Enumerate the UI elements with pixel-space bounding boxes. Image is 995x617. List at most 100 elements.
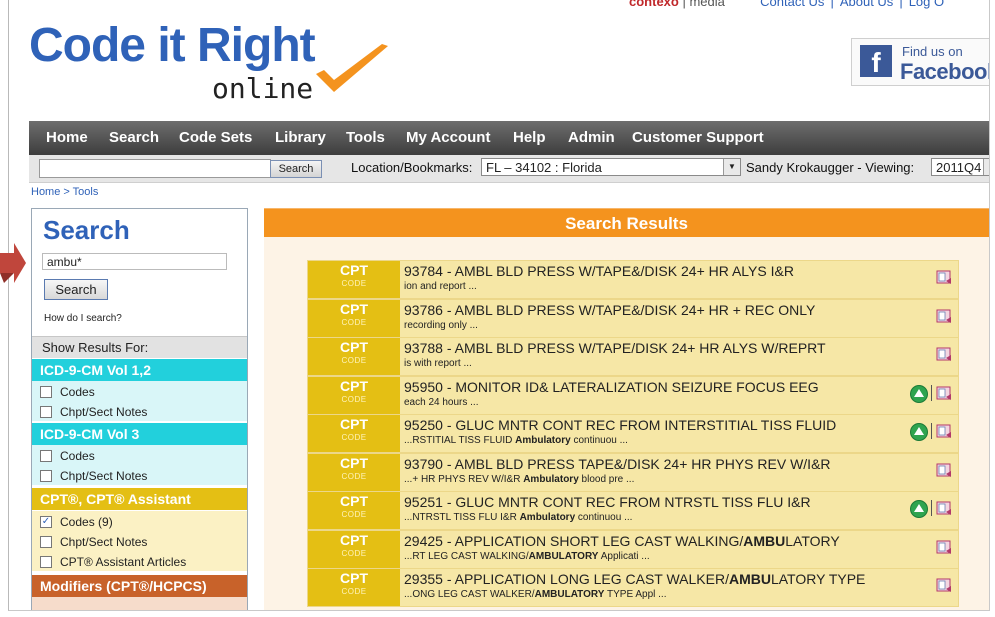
result-row[interactable]: CPT CODE 93786 - AMBL BLD PRESS W/TAPE&/DI…	[307, 298, 959, 338]
result-row[interactable]: CPT CODE 95950 - MONITOR ID& LATERALIZATIO…	[307, 375, 959, 415]
result-title[interactable]: 29355 - APPLICATION LONG LEG CAST WALKER…	[404, 571, 865, 587]
checkbox[interactable]	[40, 405, 52, 418]
result-row[interactable]: CPT CODE 93788 - AMBL BLD PRESS W/TAPE/DIS…	[307, 337, 959, 376]
result-row[interactable]: CPT CODE 93790 - AMBL BLD PRESS TAPE&/DISK…	[307, 452, 959, 492]
logo-main-text: Code it Right	[29, 19, 316, 72]
option-icd12-codes[interactable]: Codes	[32, 381, 247, 401]
up-arrow-icon[interactable]	[910, 500, 928, 518]
code-type: CPT	[340, 454, 368, 471]
book-icon[interactable]	[936, 308, 952, 324]
code-type: CPT	[340, 262, 368, 278]
about-us-link[interactable]: About Us	[840, 0, 893, 9]
code-type-badge: CPT CODE	[308, 415, 400, 452]
result-snippet: is with report ...	[404, 358, 472, 369]
up-arrow-icon[interactable]	[910, 423, 928, 441]
result-snippet: ion and report ...	[404, 281, 477, 292]
checkmark-icon	[316, 44, 388, 92]
nav-tools[interactable]: Tools	[346, 121, 385, 155]
section-modifiers[interactable]: Modifiers (CPT®/HCPCS)	[32, 575, 247, 597]
result-title[interactable]: 29425 - APPLICATION SHORT LEG CAST WALKI…	[404, 533, 840, 549]
toolbar: Search Location/Bookmarks: FL – 34102 : …	[29, 155, 989, 183]
book-icon[interactable]	[936, 269, 952, 285]
facebook-badge[interactable]: f Find us on Facebook	[851, 38, 989, 86]
nav-customer-support[interactable]: Customer Support	[632, 121, 764, 155]
search-input[interactable]: ambu*	[42, 253, 227, 270]
result-title[interactable]: 95950 - MONITOR ID& LATERALIZATION SEIZU…	[404, 379, 819, 395]
checkbox-checked[interactable]: ✓	[40, 515, 52, 528]
result-snippet: ...RSTITIAL TISS FLUID Ambulatory contin…	[404, 435, 628, 446]
option-icd12-notes[interactable]: Chpt/Sect Notes	[32, 401, 247, 421]
divider	[931, 423, 932, 439]
viewing-select[interactable]: 2011Q4 ▼	[931, 158, 989, 176]
code-type-badge: CPT CODE	[308, 299, 400, 337]
book-icon[interactable]	[936, 577, 952, 593]
book-icon[interactable]	[936, 346, 952, 362]
nav-help[interactable]: Help	[513, 121, 546, 155]
log-out-link[interactable]: Log O	[909, 0, 944, 9]
code-type-sub: CODE	[341, 548, 367, 558]
code-type-badge: CPT CODE	[308, 338, 400, 375]
checkbox[interactable]	[40, 385, 52, 398]
nav-library[interactable]: Library	[275, 121, 326, 155]
code-type-sub: CODE	[341, 587, 367, 596]
quick-search-button[interactable]: Search	[270, 160, 322, 178]
book-icon[interactable]	[936, 462, 952, 478]
nav-code-sets[interactable]: Code Sets	[179, 121, 252, 155]
book-icon[interactable]	[936, 385, 952, 401]
chevron-down-icon[interactable]: ▼	[983, 159, 989, 175]
checkbox[interactable]	[40, 555, 52, 568]
checkbox[interactable]	[40, 449, 52, 462]
code-type-badge: CPT CODE	[308, 453, 400, 491]
up-arrow-icon[interactable]	[910, 384, 928, 403]
option-icd3-notes[interactable]: Chpt/Sect Notes	[32, 465, 247, 485]
section-cpt[interactable]: CPT®, CPT® Assistant	[32, 488, 247, 510]
code-type-badge: CPT CODE	[308, 492, 400, 529]
nav-home[interactable]: Home	[46, 121, 88, 155]
option-cpt-codes[interactable]: ✓ Codes (9)	[32, 511, 247, 531]
checkbox[interactable]	[40, 469, 52, 482]
breadcrumb[interactable]: Home > Tools	[31, 186, 98, 198]
nav-search[interactable]: Search	[109, 121, 159, 155]
option-label: Codes	[60, 448, 95, 463]
contact-us-link[interactable]: Contact Us	[760, 0, 824, 9]
show-results-label: Show Results For:	[32, 336, 247, 358]
nav-admin[interactable]: Admin	[568, 121, 615, 155]
book-icon[interactable]	[936, 500, 952, 516]
nav-my-account[interactable]: My Account	[406, 121, 490, 155]
result-title[interactable]: 95251 - GLUC MNTR CONT REC FROM NTRSTL T…	[404, 494, 811, 510]
section-icd9-vol12[interactable]: ICD-9-CM Vol 1,2	[32, 359, 247, 381]
brand-name: contexo	[629, 0, 679, 9]
facebook-icon: f	[860, 45, 892, 78]
book-icon[interactable]	[936, 423, 952, 439]
section-icd9-vol3[interactable]: ICD-9-CM Vol 3	[32, 423, 247, 445]
result-row[interactable]: CPT CODE 29425 - APPLICATION SHORT LEG CAS…	[307, 529, 959, 569]
option-label: CPT® Assistant Articles	[60, 554, 187, 569]
result-title[interactable]: 93786 - AMBL BLD PRESS W/TAPE&/DISK 24+ …	[404, 302, 815, 318]
result-row[interactable]: CPT CODE 95251 - GLUC MNTR CONT REC FROM N…	[307, 491, 959, 530]
search-button[interactable]: Search	[44, 279, 108, 300]
book-icon[interactable]	[936, 539, 952, 555]
result-snippet: each 24 hours ...	[404, 396, 479, 408]
result-title[interactable]: 93790 - AMBL BLD PRESS TAPE&/DISK 24+ HR…	[404, 456, 831, 472]
option-label: Chpt/Sect Notes	[60, 404, 148, 419]
result-title[interactable]: 93788 - AMBL BLD PRESS W/TAPE/DISK 24+ H…	[404, 340, 826, 356]
chevron-down-icon[interactable]: ▼	[723, 159, 740, 175]
option-cpt-notes[interactable]: Chpt/Sect Notes	[32, 531, 247, 551]
location-select[interactable]: FL – 34102 : Florida ▼	[481, 158, 741, 176]
result-row[interactable]: CPT CODE 29355 - APPLICATION LONG LEG CAST…	[307, 568, 959, 607]
checkbox[interactable]	[40, 535, 52, 548]
result-title[interactable]: 93784 - AMBL BLD PRESS W/TAPE&/DISK 24+ …	[404, 263, 794, 279]
option-icd3-codes[interactable]: Codes	[32, 445, 247, 465]
option-cpt-assistant[interactable]: CPT® Assistant Articles	[32, 551, 247, 571]
how-do-i-search-link[interactable]: How do I search?	[44, 313, 122, 324]
result-title[interactable]: 95250 - GLUC MNTR CONT REC FROM INTERSTI…	[404, 417, 836, 433]
result-row[interactable]: CPT CODE 95250 - GLUC MNTR CONT REC FROM I…	[307, 414, 959, 453]
logo[interactable]: Code it Right online	[29, 19, 388, 105]
quick-search-input[interactable]	[39, 159, 271, 178]
code-type-sub: CODE	[341, 356, 367, 365]
result-snippet: ...NTRSTL TISS FLU I&R Ambulatory contin…	[404, 512, 633, 523]
code-type-sub: CODE	[341, 317, 367, 327]
result-row[interactable]: CPT CODE 93784 - AMBL BLD PRESS W/TAPE&/DI…	[307, 260, 959, 299]
pointer-arrow-icon	[0, 243, 26, 283]
code-type-sub: CODE	[341, 510, 367, 519]
